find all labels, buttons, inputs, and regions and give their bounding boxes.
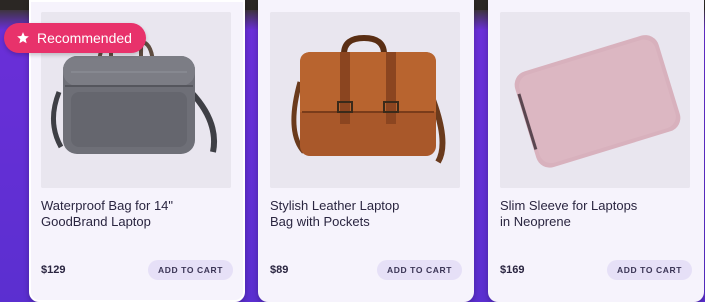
product-title[interactable]: Slim Sleeve for Laptops in Neoprene (500, 198, 680, 230)
product-image[interactable] (500, 12, 690, 188)
product-image[interactable] (270, 12, 460, 188)
product-price: $89 (270, 264, 289, 276)
add-to-cart-button[interactable]: ADD TO CART (377, 260, 462, 280)
add-to-cart-button[interactable]: ADD TO CART (148, 260, 233, 280)
star-icon (16, 31, 30, 45)
add-to-cart-button[interactable]: ADD TO CART (607, 260, 692, 280)
product-title[interactable]: Stylish Leather Laptop Bag with Pockets (270, 198, 450, 230)
recommended-badge: Recommended (4, 23, 146, 53)
product-price: $129 (41, 264, 66, 276)
product-card[interactable]: Slim Sleeve for Laptops in Neoprene $169… (488, 0, 704, 302)
product-title[interactable]: Waterproof Bag for 14" GoodBrand Laptop (41, 198, 221, 230)
product-card[interactable]: Stylish Leather Laptop Bag with Pockets … (258, 0, 474, 302)
product-price: $169 (500, 264, 525, 276)
badge-label: Recommended (37, 30, 132, 46)
